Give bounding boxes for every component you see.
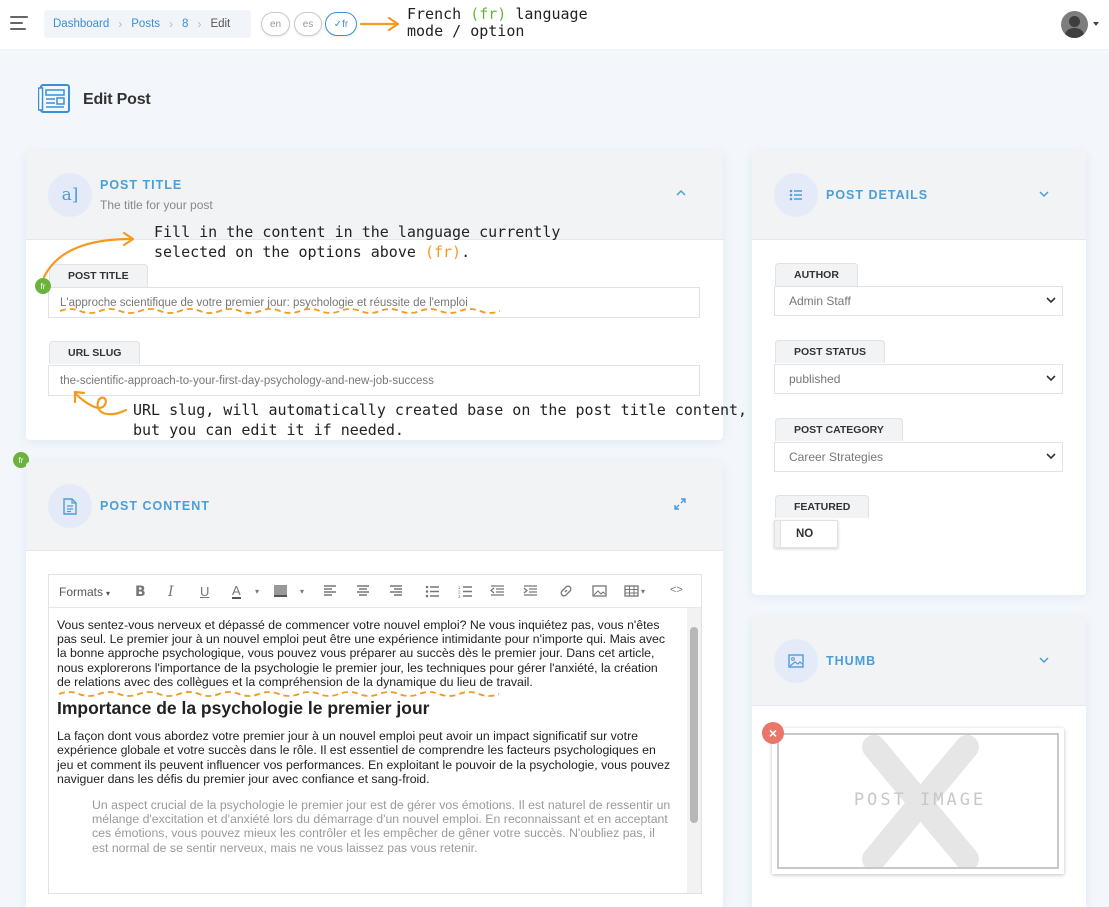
annotation-slug: URL slug, will automatically created bas… [133, 400, 747, 440]
author-label: AUTHOR [775, 263, 858, 286]
annotation-fr-code: (fr) [424, 243, 462, 261]
menu-icon[interactable] [10, 16, 28, 30]
image-icon [774, 639, 818, 683]
annotation-arrow-icon [359, 16, 400, 32]
post-details-card-header: POST DETAILS [752, 151, 1086, 240]
author-select[interactable]: Admin Staff [774, 286, 1063, 316]
post-content-card: POST CONTENT Formats ▾ B I U A ▾ ▾ 123 ▾… [26, 462, 723, 907]
card-title: THUMB [826, 654, 877, 668]
post-status-label: POST STATUS [775, 340, 885, 363]
editor-scrollbar-thumb[interactable] [690, 627, 698, 823]
source-code-icon[interactable]: <> [670, 584, 683, 596]
annotation-arrow-icon [73, 390, 128, 416]
svg-text:3: 3 [458, 594, 461, 598]
text-icon: a] [48, 173, 92, 217]
expand-icon[interactable] [674, 498, 686, 510]
annotation-text: Fill in the content in the language curr… [154, 223, 561, 241]
annotation-text: URL slug, will automatically created bas… [133, 401, 748, 419]
card-subtitle: The title for your post [100, 198, 213, 212]
card-title: POST CONTENT [100, 499, 210, 513]
card-title: POST TITLE [100, 178, 183, 192]
content-blockquote: Un aspect crucial de la psychologie le p… [92, 798, 671, 855]
editor-content[interactable]: Vous sentez-vous nerveux et dépassé de c… [49, 608, 689, 893]
avatar[interactable] [1061, 11, 1088, 38]
rich-text-editor: Formats ▾ B I U A ▾ ▾ 123 ▾ <> Vous sente… [48, 574, 702, 894]
align-left-icon[interactable] [323, 585, 337, 597]
text-color-icon[interactable]: A [232, 584, 241, 599]
annotation-underline-icon [59, 308, 501, 314]
breadcrumb-dashboard[interactable]: Dashboard [53, 18, 109, 30]
card-title: POST DETAILS [826, 188, 929, 202]
page-title: Edit Post [83, 91, 151, 108]
post-category-select[interactable]: Career Strategies [774, 442, 1063, 472]
link-icon[interactable] [559, 584, 573, 598]
placeholder-text: POST IMAGE [853, 790, 987, 810]
breadcrumb-posts[interactable]: Posts [131, 18, 160, 30]
chevron-down-icon[interactable] [1039, 191, 1049, 198]
chevron-down-icon[interactable]: ▾ [300, 587, 304, 596]
post-details-card: POST DETAILS AUTHOR Admin Staff POST STA… [752, 151, 1086, 595]
content-paragraph: La façon dont vous abordez votre premier… [57, 729, 671, 786]
chevron-down-icon [1046, 297, 1056, 304]
post-category-label: POST CATEGORY [775, 418, 903, 441]
numbered-list-icon[interactable]: 123 [458, 585, 473, 598]
annotation-text: mode / option [407, 22, 525, 40]
annotation-arrow-icon [42, 231, 135, 279]
content-heading: Importance de la psychologie le premier … [57, 698, 430, 719]
editor-toolbar: Formats ▾ B I U A ▾ ▾ 123 ▾ <> [49, 575, 701, 608]
lang-button-es[interactable]: es [294, 12, 322, 36]
lang-button-en[interactable]: en [261, 12, 290, 36]
breadcrumb-separator-icon: › [197, 17, 202, 31]
outdent-icon[interactable] [490, 585, 505, 597]
breadcrumb-post-id[interactable]: 8 [182, 18, 188, 30]
post-title-card: a] POST TITLE The title for your post PO… [26, 151, 723, 440]
annotation-content-language: Fill in the content in the language curr… [154, 222, 560, 262]
underline-icon[interactable]: U [200, 584, 209, 599]
chevron-down-icon[interactable] [1039, 657, 1049, 664]
chevron-down-icon[interactable] [1093, 22, 1099, 26]
annotation-language: French (fr) language mode / option [407, 4, 588, 41]
annotation-underline-icon [58, 691, 500, 697]
list-icon [774, 173, 818, 217]
post-status-select[interactable]: published [774, 364, 1063, 394]
url-slug-label: URL SLUG [49, 341, 141, 364]
chevron-down-icon [1046, 453, 1056, 460]
breadcrumb: Dashboard › Posts › 8 › Edit [44, 10, 251, 38]
thumb-card-header: THUMB [752, 617, 1086, 706]
lang-button-fr[interactable]: ✓fr [325, 12, 357, 36]
table-icon[interactable] [624, 585, 639, 597]
featured-label: FEATURED [775, 495, 870, 518]
bold-icon[interactable]: B [135, 584, 146, 600]
align-center-icon[interactable] [356, 585, 370, 597]
post-content-card-header: POST CONTENT [26, 462, 723, 551]
breadcrumb-separator-icon: › [169, 17, 174, 31]
image-icon[interactable] [592, 585, 607, 597]
thumbnail-frame[interactable]: POST IMAGE [772, 728, 1064, 874]
background-color-icon[interactable] [274, 585, 287, 597]
file-text-icon [48, 484, 92, 528]
breadcrumb-separator-icon: › [118, 17, 123, 31]
align-right-icon[interactable] [389, 585, 403, 597]
chevron-down-icon[interactable]: ▾ [641, 587, 645, 596]
thumbnail-placeholder: POST IMAGE [777, 733, 1059, 869]
content-paragraph: Vous sentez-vous nerveux et dépassé de c… [57, 618, 665, 689]
lang-badge-fr: fr [35, 278, 51, 294]
indent-icon[interactable] [523, 585, 538, 597]
formats-dropdown[interactable]: Formats ▾ [59, 585, 110, 599]
featured-toggle[interactable]: NO [774, 520, 838, 548]
remove-image-icon[interactable]: × [762, 722, 784, 744]
thumb-card: THUMB POST IMAGE × [752, 617, 1086, 907]
annotation-text: selected on the options above [154, 243, 425, 261]
chevron-up-icon[interactable] [676, 189, 686, 196]
annotation-text: . [461, 243, 471, 261]
document-icon [38, 84, 70, 113]
annotation-text: but you can edit it if needed. [133, 421, 404, 439]
breadcrumb-current: Edit [210, 18, 231, 30]
chevron-down-icon [1046, 375, 1056, 382]
chevron-down-icon[interactable]: ▾ [255, 587, 259, 596]
italic-icon[interactable]: I [168, 584, 174, 600]
url-slug-input[interactable]: the-scientific-approach-to-your-first-da… [48, 365, 700, 396]
bullet-list-icon[interactable] [425, 585, 440, 598]
